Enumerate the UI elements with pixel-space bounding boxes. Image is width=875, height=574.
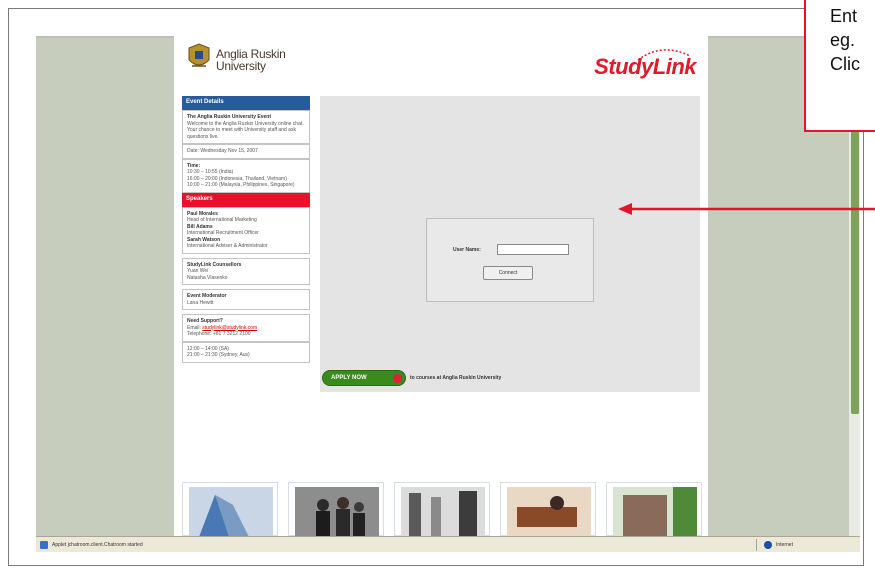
studylink-logo: StudyLink <box>576 46 696 82</box>
login-panel: User Name: Connect <box>426 218 594 302</box>
brick-building-photo-icon <box>613 487 697 537</box>
speaker-name: Bill Adams <box>187 223 213 230</box>
time-line: 16:00 – 20:00 (Indonesia, Thailand, Viet… <box>187 175 287 182</box>
studylink-wordmark: StudyLink <box>594 54 696 79</box>
callout-line: Ent <box>830 6 858 26</box>
university-crest-icon <box>188 43 210 67</box>
instruction-callout: Ent eg. Clic <box>804 0 875 132</box>
chat-applet-area: User Name: Connect <box>320 96 700 392</box>
callout-line: eg. <box>830 30 856 50</box>
photo-thumbnail <box>606 482 702 537</box>
apply-now-label: APPLY NOW <box>331 375 367 381</box>
event-title: The Anglia Ruskin University Event <box>187 114 272 120</box>
speakers-header: Speakers <box>182 192 310 207</box>
moderator-name: Lana Hewitt <box>187 299 214 306</box>
photo-thumbnail <box>288 482 384 537</box>
event-time-box: Time: 10:30 – 10:55 (India) 16:00 – 20:0… <box>182 158 310 193</box>
university-logo-text: Anglia Ruskin University <box>216 48 286 73</box>
username-input[interactable] <box>497 244 569 255</box>
status-text: Applet jchatroom.client.Chatroom started <box>52 542 143 548</box>
support-hours-line: 12:00 – 14:00 (SA) <box>187 345 229 352</box>
event-description: Welcome to the Anglia Ruskin University … <box>187 120 304 140</box>
browser-status-bar: Applet jchatroom.client.Chatroom started… <box>36 536 860 552</box>
counsellors-title: StudyLink Counsellors <box>187 261 242 268</box>
event-date: Date: Wednesday Nov 15, 2007 <box>187 148 258 154</box>
callout-line: Clic <box>830 54 860 74</box>
security-zone-text: Internet <box>776 542 793 548</box>
browser-window: Anglia Ruskin University StudyLink Event… <box>36 36 860 552</box>
photo-thumbnail <box>394 482 490 537</box>
speaker-role: Head of International Marketing <box>187 217 257 223</box>
support-hours-line: 21:00 – 21:30 (Sydney, Aus) <box>187 352 250 358</box>
speaker-role: International Recruitment Officer <box>187 230 259 236</box>
photo-thumbnail <box>500 482 596 537</box>
status-divider <box>756 539 757 551</box>
counsellors-box: StudyLink Counsellors Yuan Wei Natasha V… <box>182 257 310 285</box>
support-box: Need Support? Email: studylink@studylink… <box>182 314 310 342</box>
speaker-name: Paul Morales <box>187 210 218 217</box>
photo-strip <box>182 482 702 537</box>
moderator-box: Event Moderator Lana Hewitt <box>182 289 310 310</box>
apply-now-button[interactable]: APPLY NOW <box>322 370 406 386</box>
speaker-role: International Adviser & Administrator <box>187 243 268 249</box>
page-icon <box>40 541 48 549</box>
apply-caption: to courses at Anglia Ruskin University <box>410 375 502 381</box>
counsellor-name: Yuan Wei <box>187 268 209 274</box>
support-email-label: Email: <box>187 324 201 331</box>
event-details-header: Event Details <box>182 96 310 110</box>
web-page: Anglia Ruskin University StudyLink Event… <box>174 36 708 537</box>
support-email-link[interactable]: studylink@studylink.com <box>202 325 257 331</box>
username-label: User Name: <box>453 247 481 253</box>
event-description-box: The Anglia Ruskin University Event Welco… <box>182 110 310 144</box>
support-title: Need Support? <box>187 318 223 324</box>
counsellor-name: Natasha Vlasenko <box>187 274 228 281</box>
moderator-title: Event Moderator <box>187 293 227 299</box>
support-hours-box: 12:00 – 14:00 (SA) 21:00 – 21:30 (Sydney… <box>182 341 310 363</box>
connect-button[interactable]: Connect <box>483 266 533 280</box>
globe-icon <box>764 541 772 549</box>
arrow-right-icon <box>393 374 402 383</box>
lab-workshop-photo-icon <box>507 487 591 537</box>
event-sidebar: Event Details The Anglia Ruskin Universi… <box>182 96 310 528</box>
event-date-box: Date: Wednesday Nov 15, 2007 <box>182 144 310 159</box>
logo-line-2: University <box>216 59 266 73</box>
campus-building-photo-icon <box>189 487 273 537</box>
support-phone: Telephone: +61 7 3212 2100 <box>187 331 251 337</box>
time-line: 10:30 – 10:55 (India) <box>187 169 234 175</box>
corridor-photo-icon <box>401 487 485 537</box>
time-line: 10:00 – 21:00 (Malaysia, Philippines, Si… <box>187 182 295 188</box>
students-group-photo-icon <box>295 487 379 537</box>
annotation-arrow-icon <box>618 203 875 215</box>
time-label: Time: <box>187 162 201 169</box>
speakers-box: Paul Morales Head of International Marke… <box>182 206 310 254</box>
speaker-name: Sarah Watson <box>187 236 221 243</box>
photo-thumbnail <box>182 482 278 537</box>
